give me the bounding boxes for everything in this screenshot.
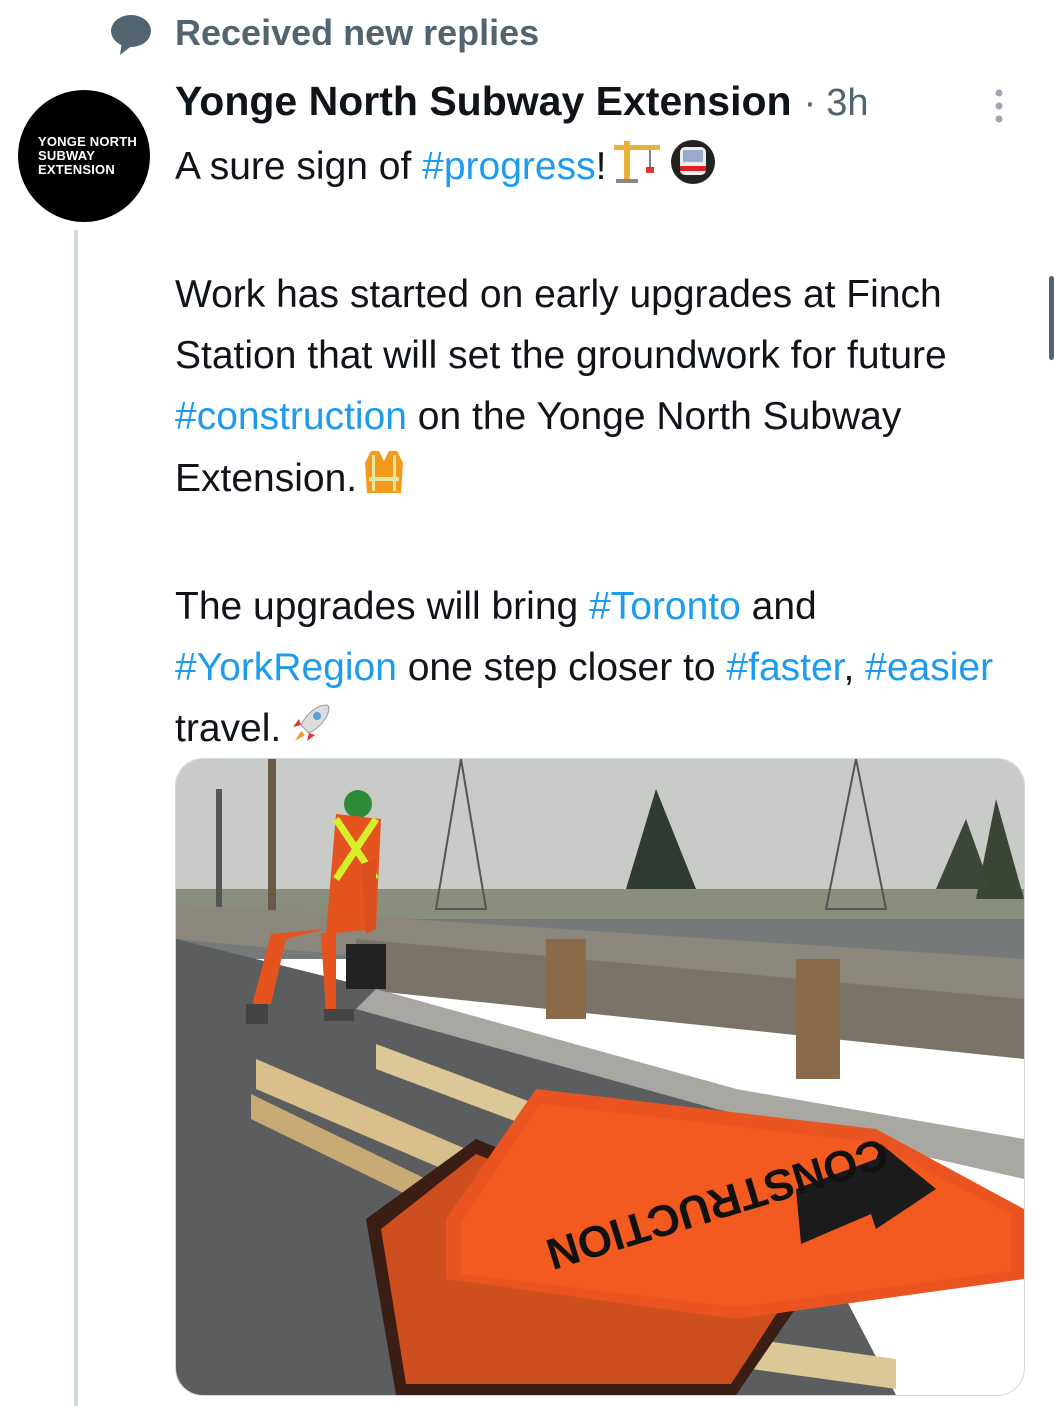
hashtag-toronto[interactable]: #Toronto xyxy=(589,585,741,628)
tweet-paragraph-3: The upgrades will bring #Toronto and #Yo… xyxy=(175,576,1025,765)
text-segment: , xyxy=(843,646,866,689)
tweet-header: Yonge North Subway Extension · 3h xyxy=(175,78,869,130)
avatar-line-1: YONGE NORTH xyxy=(38,134,137,149)
hashtag-faster[interactable]: #faster xyxy=(726,646,843,689)
avatar-logo-text: YONGE NORTH SUBWAY EXTENSION xyxy=(38,135,138,177)
vertical-ellipsis-icon xyxy=(995,89,1003,123)
construction-photo: CONSTRUCTION xyxy=(176,759,1024,1395)
construction-crane-emoji xyxy=(612,139,662,203)
notification-header xyxy=(108,10,154,58)
text-segment: travel. xyxy=(175,707,282,750)
speech-bubble-icon xyxy=(108,11,154,57)
avatar-line-3: EXTENSION xyxy=(38,162,115,177)
text-segment: and xyxy=(740,585,817,628)
hashtag-progress[interactable]: #progress xyxy=(422,145,595,188)
avatar-line-2: SUBWAY xyxy=(38,148,96,163)
scrollbar[interactable] xyxy=(1049,276,1054,360)
hashtag-yorkregion[interactable]: #YorkRegion xyxy=(175,646,397,689)
hashtag-easier[interactable]: #easier xyxy=(865,646,993,689)
text-segment: The upgrades will bring xyxy=(175,585,590,628)
tweet-line-1: A sure sign of #progress! xyxy=(175,136,1025,203)
separator-dot: · xyxy=(803,82,817,124)
rocket-emoji xyxy=(287,699,335,765)
author-name[interactable]: Yonge North Subway Extension xyxy=(175,78,792,125)
tweet-photo[interactable]: CONSTRUCTION xyxy=(175,758,1025,1396)
tweet-text: A sure sign of #progress! Work has start… xyxy=(175,136,1025,765)
safety-vest-emoji xyxy=(363,447,405,515)
hashtag-construction[interactable]: #construction xyxy=(175,395,407,438)
more-options-button[interactable] xyxy=(984,86,1014,126)
metro-train-emoji xyxy=(668,139,718,203)
timestamp[interactable]: 3h xyxy=(826,82,868,125)
text-segment: A sure sign of xyxy=(175,145,423,188)
text-segment: one step closer to xyxy=(396,646,727,689)
tweet-paragraph-2: Work has started on early upgrades at Fi… xyxy=(175,264,1025,515)
text-segment: ! xyxy=(595,145,607,188)
notification-text: Received new replies xyxy=(175,12,540,53)
avatar[interactable]: YONGE NORTH SUBWAY EXTENSION xyxy=(18,90,150,222)
thread-line xyxy=(74,230,78,1406)
text-segment: Work has started on early upgrades at Fi… xyxy=(175,273,947,377)
